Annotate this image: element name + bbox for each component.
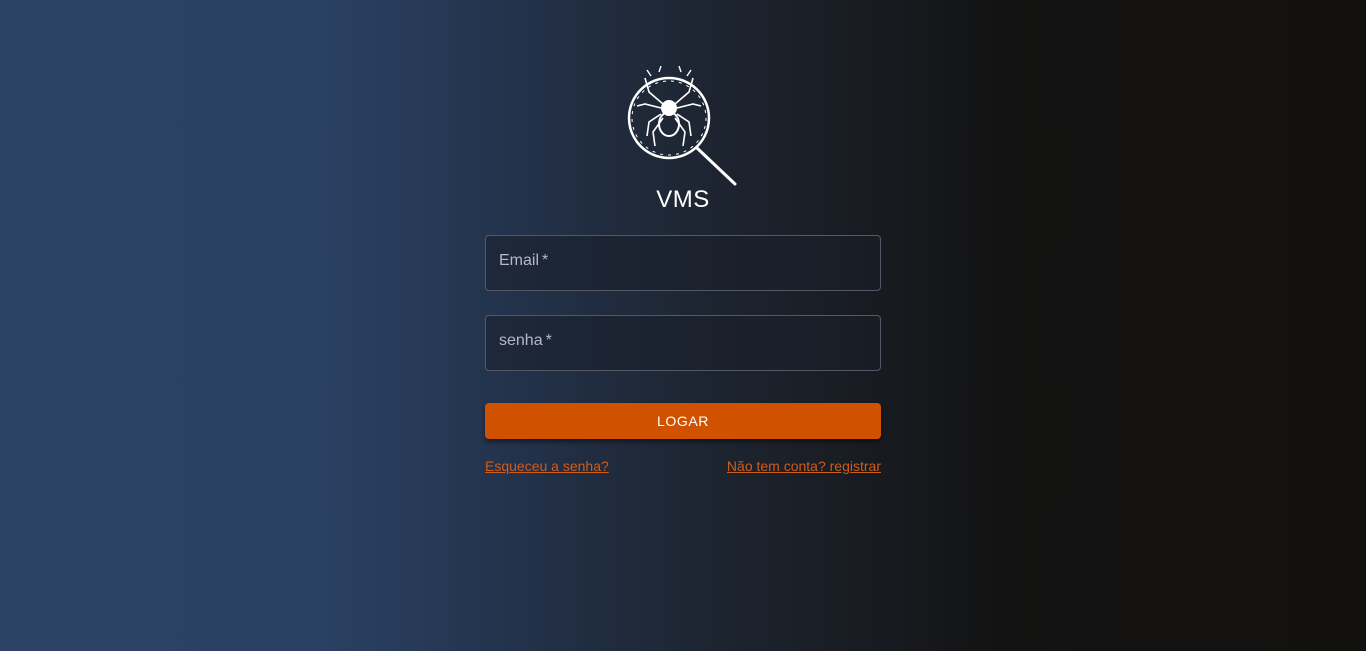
email-input[interactable] (486, 236, 880, 290)
email-field[interactable]: Email * (485, 235, 881, 291)
spider-magnifier-icon (627, 66, 737, 186)
password-input[interactable] (486, 316, 880, 370)
forgot-password-link[interactable]: Esqueceu a senha? (485, 458, 609, 474)
login-button[interactable]: LOGAR (485, 403, 881, 439)
brand-title: VMS (656, 186, 710, 213)
register-link[interactable]: Não tem conta? registrar (727, 458, 881, 474)
password-field[interactable]: senha * (485, 315, 881, 371)
